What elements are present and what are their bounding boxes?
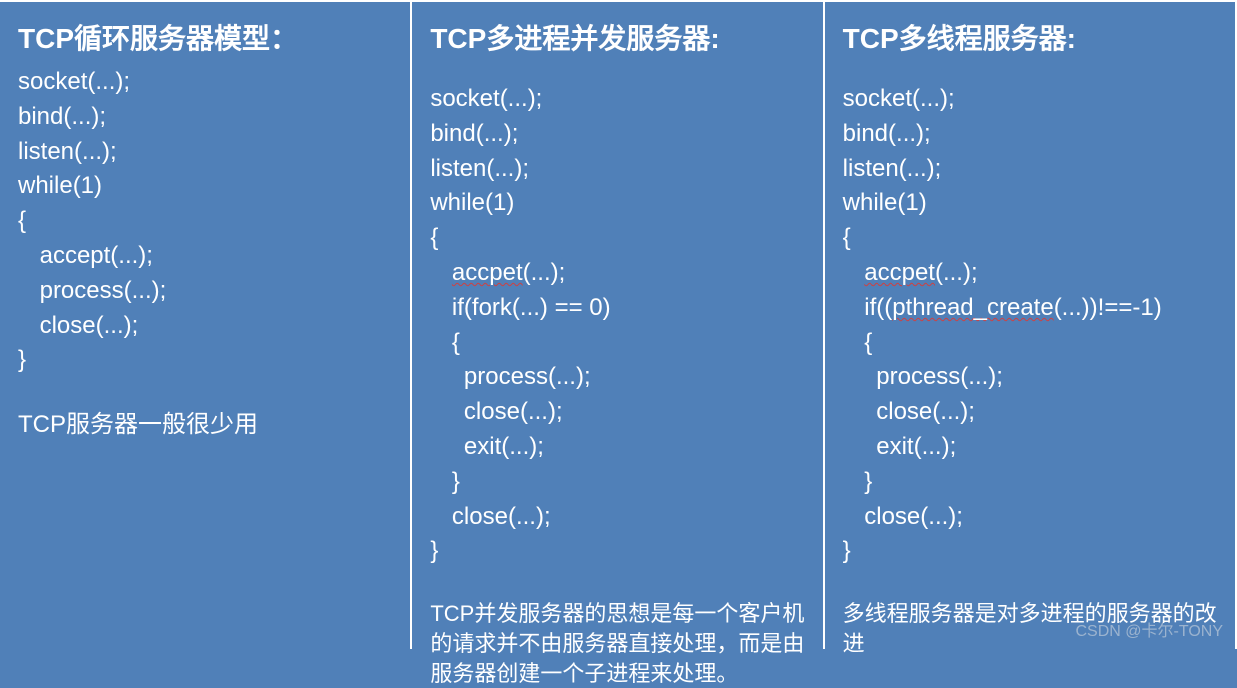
title-loop-server: TCP循环服务器模型：: [18, 17, 392, 57]
code-line: accpet(...);: [430, 256, 565, 291]
code-line: process(...);: [430, 360, 590, 395]
code-line: }: [430, 465, 460, 500]
code-line: bind(...);: [430, 120, 518, 147]
code-line: socket(...);: [430, 85, 542, 112]
code-line: exit(...);: [430, 430, 544, 465]
code-line: accpet(...);: [843, 256, 978, 291]
code-line: {: [430, 326, 460, 361]
code-line: {: [843, 224, 851, 251]
misspelled-accpet: accpet: [864, 259, 935, 286]
code-line: listen(...);: [18, 138, 117, 165]
code-line: }: [843, 537, 851, 564]
code-line: if(fork(...) == 0): [430, 291, 610, 326]
code-line: bind(...);: [18, 103, 106, 130]
code-line: close(...);: [430, 500, 550, 535]
underlined-pthread-create: pthread_create: [892, 294, 1053, 321]
code-line: process(...);: [18, 274, 166, 309]
code-line: socket(...);: [843, 85, 955, 112]
note-loop-server: TCP服务器一般很少用: [18, 408, 392, 442]
column-loop-server: TCP循环服务器模型： socket(...); bind(...); list…: [0, 0, 412, 649]
code-line: {: [430, 224, 438, 251]
code-line: accept(...);: [18, 239, 153, 274]
column-multithread-server: TCP多线程服务器: socket(...); bind(...); liste…: [825, 0, 1237, 649]
code-multithread-server: socket(...); bind(...); listen(...); whi…: [843, 82, 1217, 569]
code-line: close(...);: [843, 395, 975, 430]
code-line: exit(...);: [843, 430, 957, 465]
code-line: process(...);: [843, 360, 1003, 395]
column-multiprocess-server: TCP多进程并发服务器: socket(...); bind(...); lis…: [412, 0, 824, 649]
code-multiprocess-server: socket(...); bind(...); listen(...); whi…: [430, 82, 804, 569]
code-line: close(...);: [430, 395, 562, 430]
code-line: bind(...);: [843, 120, 931, 147]
code-line: }: [18, 346, 26, 373]
code-line: close(...);: [18, 309, 138, 344]
code-line: close(...);: [843, 500, 963, 535]
misspelled-accpet: accpet: [452, 259, 523, 286]
code-line: while(1): [18, 172, 102, 199]
code-line: {: [843, 326, 873, 361]
title-multiprocess-server: TCP多进程并发服务器:: [430, 17, 804, 57]
code-line: }: [430, 537, 438, 564]
note-multiprocess-server: TCP并发服务器的思想是每一个客户机的请求并不由服务器直接处理，而是由服务器创建…: [430, 599, 804, 688]
code-line: {: [18, 207, 26, 234]
code-line: socket(...);: [18, 68, 130, 95]
code-line: if((pthread_create(...))!==-1): [843, 291, 1162, 326]
watermark: CSDN @卡尔-TONY: [1075, 617, 1223, 641]
title-multithread-server: TCP多线程服务器:: [843, 17, 1217, 57]
code-line: while(1): [430, 189, 514, 216]
code-line: }: [843, 465, 873, 500]
code-line: listen(...);: [843, 155, 942, 182]
code-loop-server: socket(...); bind(...); listen(...); whi…: [18, 65, 392, 378]
code-line: while(1): [843, 189, 927, 216]
code-line: listen(...);: [430, 155, 529, 182]
